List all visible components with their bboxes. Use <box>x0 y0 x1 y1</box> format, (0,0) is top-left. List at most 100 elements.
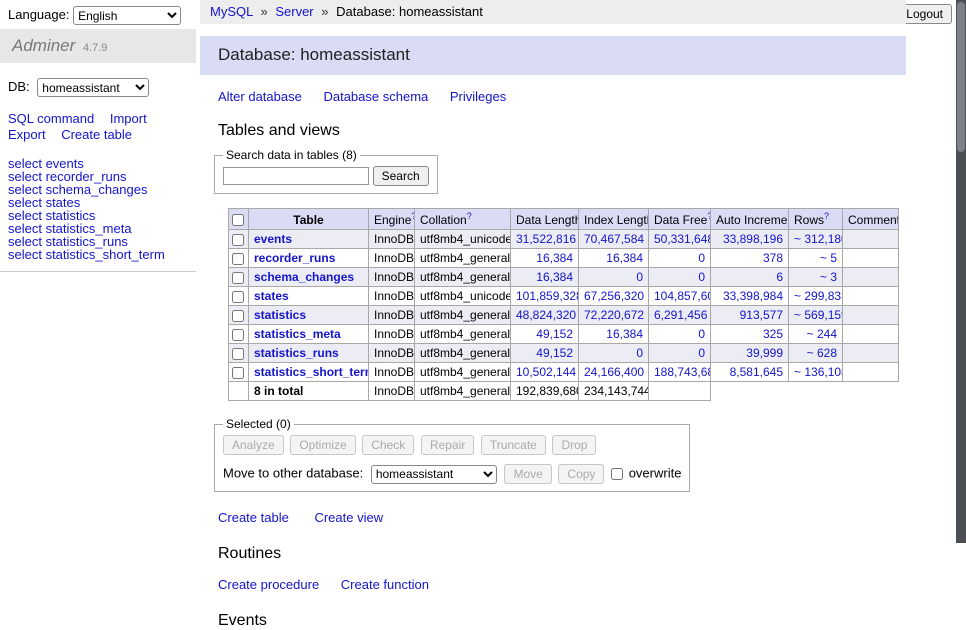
breadcrumb-server-link[interactable]: Server <box>275 4 313 19</box>
index-length-link[interactable]: 72,220,672 <box>584 308 644 322</box>
rows-link[interactable]: ~ 244 <box>807 327 837 341</box>
data-length-link[interactable]: 31,522,816 <box>516 232 576 246</box>
row-select-checkbox[interactable] <box>232 272 244 284</box>
data-length-link[interactable]: 49,152 <box>536 346 573 360</box>
row-select-checkbox[interactable] <box>232 310 244 322</box>
data-free-link[interactable]: 6,291,456 <box>654 308 707 322</box>
select-all-checkbox[interactable] <box>232 214 244 226</box>
data-length-link[interactable]: 10,502,144 <box>516 365 576 379</box>
data-free-link[interactable]: 0 <box>698 251 705 265</box>
table-name-link[interactable]: schema_changes <box>254 270 354 284</box>
scrollbar[interactable] <box>956 0 966 543</box>
bulk-action-button[interactable]: Repair <box>421 435 474 455</box>
column-header[interactable]: Collation? <box>415 209 511 230</box>
row-select-checkbox[interactable] <box>232 234 244 246</box>
index-length-link[interactable]: 67,256,320 <box>584 289 644 303</box>
auto-increment-link[interactable]: 913,577 <box>740 308 783 322</box>
overwrite-label[interactable]: overwrite <box>629 465 682 480</box>
row-select-checkbox[interactable] <box>232 367 244 379</box>
auto-increment-link[interactable]: 6 <box>776 270 783 284</box>
sql-command-link[interactable]: SQL command <box>8 111 94 126</box>
search-button[interactable]: Search <box>373 166 429 186</box>
bulk-action-button[interactable]: Drop <box>552 435 596 455</box>
table-name-link[interactable]: recorder_runs <box>254 251 335 265</box>
move-db-select[interactable]: homeassistant <box>371 465 497 484</box>
index-length-link[interactable]: 0 <box>636 346 643 360</box>
row-select-checkbox[interactable] <box>232 348 244 360</box>
auto-increment-link[interactable]: 33,398,984 <box>723 289 783 303</box>
rows-link[interactable]: ~ 628 <box>807 346 837 360</box>
data-free-link[interactable]: 0 <box>698 327 705 341</box>
export-link[interactable]: Export <box>8 127 46 142</box>
rows-link[interactable]: ~ 299,833 <box>794 289 843 303</box>
column-header[interactable]: Data Length? <box>511 209 579 230</box>
create-view-link[interactable]: Create view <box>314 510 383 525</box>
create-function-link[interactable]: Create function <box>341 577 429 592</box>
data-length-link[interactable]: 16,384 <box>536 251 573 265</box>
bulk-action-button[interactable]: Optimize <box>290 435 355 455</box>
rows-link[interactable]: ~ 3 <box>820 270 837 284</box>
bulk-action-button[interactable]: Truncate <box>481 435 546 455</box>
auto-increment-cell: 8,581,645 <box>711 363 789 382</box>
data-free-link[interactable]: 0 <box>698 270 705 284</box>
auto-increment-link[interactable]: 39,999 <box>746 346 783 360</box>
scrollbar-thumb[interactable] <box>957 2 965 152</box>
create-table-link-sidebar[interactable]: Create table <box>61 127 132 142</box>
search-input[interactable] <box>223 167 369 185</box>
rows-link[interactable]: ~ 569,159 <box>794 308 843 322</box>
import-link[interactable]: Import <box>110 111 147 126</box>
table-name-link[interactable]: statistics_short_term <box>254 365 369 379</box>
auto-increment-link[interactable]: 8,581,645 <box>730 365 783 379</box>
data-free-link[interactable]: 104,857,600 <box>654 289 711 303</box>
column-header[interactable]: Table <box>249 209 369 230</box>
index-length-link[interactable]: 16,384 <box>606 327 643 341</box>
index-length-link[interactable]: 0 <box>636 270 643 284</box>
db-select[interactable]: homeassistant <box>37 78 149 97</box>
privileges-link[interactable]: Privileges <box>450 89 506 104</box>
select-table-link[interactable]: select statistics_short_term <box>8 247 165 262</box>
data-length-link[interactable]: 101,859,328 <box>516 289 579 303</box>
table-name-link[interactable]: statistics <box>254 308 306 322</box>
row-select-checkbox[interactable] <box>232 329 244 341</box>
table-name-link[interactable]: statistics_runs <box>254 346 339 360</box>
overwrite-checkbox[interactable] <box>611 468 623 480</box>
data-length-link[interactable]: 16,384 <box>536 270 573 284</box>
index-length-link[interactable]: 16,384 <box>606 251 643 265</box>
table-name-link[interactable]: statistics_meta <box>254 327 341 341</box>
table-name-link[interactable]: events <box>254 232 292 246</box>
data-length-link[interactable]: 48,824,320 <box>516 308 576 322</box>
row-select-checkbox[interactable] <box>232 291 244 303</box>
alter-database-link[interactable]: Alter database <box>218 89 302 104</box>
column-header[interactable]: Data Free? <box>649 209 711 230</box>
column-header[interactable]: Engine? <box>369 209 415 230</box>
column-header[interactable]: Rows? <box>789 209 843 230</box>
index-length-link[interactable]: 24,166,400 <box>584 365 644 379</box>
index-length-link[interactable]: 70,467,584 <box>584 232 644 246</box>
language-select[interactable]: English <box>73 6 181 25</box>
database-schema-link[interactable]: Database schema <box>323 89 428 104</box>
breadcrumb-mysql-link[interactable]: MySQL <box>210 4 253 19</box>
create-table-link[interactable]: Create table <box>218 510 289 525</box>
move-button[interactable]: Move <box>504 464 551 484</box>
auto-increment-link[interactable]: 378 <box>763 251 783 265</box>
column-help-icon[interactable]: ? <box>467 211 472 221</box>
rows-link[interactable]: ~ 5 <box>820 251 837 265</box>
bulk-action-button[interactable]: Analyze <box>223 435 284 455</box>
auto-increment-link[interactable]: 325 <box>763 327 783 341</box>
copy-button[interactable]: Copy <box>558 464 604 484</box>
rows-link[interactable]: ~ 312,180 <box>794 232 843 246</box>
bulk-action-button[interactable]: Check <box>362 435 414 455</box>
column-header[interactable]: Comment? <box>843 209 899 230</box>
column-header[interactable]: Auto Increment? <box>711 209 789 230</box>
table-name-link[interactable]: states <box>254 289 289 303</box>
row-select-checkbox[interactable] <box>232 253 244 265</box>
data-free-link[interactable]: 0 <box>698 346 705 360</box>
create-procedure-link[interactable]: Create procedure <box>218 577 319 592</box>
auto-increment-link[interactable]: 33,898,196 <box>723 232 783 246</box>
data-free-link[interactable]: 188,743,680 <box>654 365 711 379</box>
data-length-link[interactable]: 49,152 <box>536 327 573 341</box>
column-help-icon[interactable]: ? <box>824 211 829 221</box>
data-free-link[interactable]: 50,331,648 <box>654 232 711 246</box>
rows-link[interactable]: ~ 136,108 <box>794 365 843 379</box>
column-header[interactable]: Index Length? <box>579 209 649 230</box>
